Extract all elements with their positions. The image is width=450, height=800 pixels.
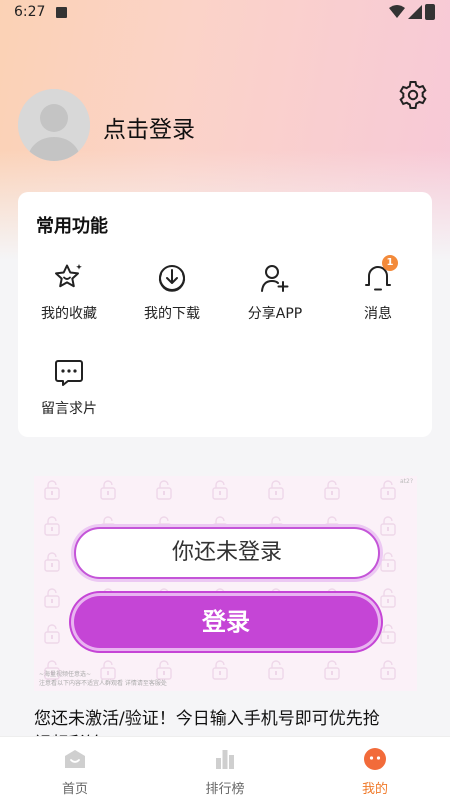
lock-icon	[212, 660, 228, 680]
lock-icon	[100, 480, 116, 500]
lock-icon	[156, 480, 172, 500]
functions-card: 常用功能 我的收藏 我的下载 分享APP 1 消息 留言求片	[18, 192, 432, 437]
lock-icon	[268, 480, 284, 500]
ad-corner-mark: at2?	[399, 478, 413, 485]
nav-home[interactable]: 首页	[0, 737, 150, 800]
message-count-badge: 1	[382, 255, 398, 271]
nav-profile[interactable]: 我的	[300, 737, 450, 800]
favorites-label: 我的收藏	[41, 306, 97, 322]
signal-icon	[408, 5, 422, 19]
ad-banner[interactable]: at2? 你还未登录 登录 ~海量视频任意选~ 注意看以下内容不适宜人群观看 详…	[34, 476, 417, 691]
status-time: 6:27	[14, 4, 46, 20]
downloads-item[interactable]: 我的下载	[122, 262, 222, 332]
battery-icon	[425, 4, 435, 20]
chat-bubble-icon	[55, 360, 83, 386]
profile-face-icon	[364, 748, 386, 770]
messages-item[interactable]: 1 消息	[328, 255, 428, 332]
default-avatar-icon	[18, 89, 90, 161]
lock-icon	[324, 480, 340, 500]
login-prompt[interactable]: 点击登录	[103, 110, 195, 144]
request-movie-label: 留言求片	[41, 401, 97, 417]
ad-footnote: ~海量视频任意选~	[39, 671, 92, 678]
add-user-icon	[261, 265, 289, 292]
lock-icon	[268, 660, 284, 680]
nav-ranking-label: 排行榜	[205, 782, 245, 797]
nav-profile-label: 我的	[361, 782, 388, 797]
star-icon	[55, 264, 82, 288]
lock-icon	[44, 552, 60, 572]
request-movie-item[interactable]: 留言求片	[19, 357, 119, 427]
ad-login-button[interactable]: 登录	[74, 596, 378, 648]
bottom-nav: 首页 排行榜 我的	[0, 736, 450, 800]
lock-icon	[380, 660, 396, 680]
ad-not-logged-in-field: 你还未登录	[74, 527, 380, 579]
share-app-item[interactable]: 分享APP	[225, 262, 325, 332]
lock-icon	[380, 480, 396, 500]
lock-icon	[44, 516, 60, 536]
lock-icon	[380, 624, 396, 644]
lock-icon	[380, 552, 396, 572]
lock-icon	[380, 516, 396, 536]
lock-icon	[212, 480, 228, 500]
lock-icon	[44, 588, 60, 608]
lock-icon	[44, 480, 60, 500]
home-icon	[65, 750, 85, 768]
card-title: 常用功能	[36, 216, 108, 237]
lock-icon	[156, 660, 172, 680]
ad-footnote-small: 注意看以下内容不适宜人群观看 详情请至客服处	[39, 680, 167, 687]
lock-icon	[44, 624, 60, 644]
downloads-label: 我的下载	[144, 306, 200, 322]
share-app-label: 分享APP	[247, 306, 303, 322]
settings-gear-icon[interactable]	[397, 79, 429, 111]
wifi-icon	[389, 5, 405, 18]
status-bar: 6:27	[0, 0, 450, 26]
photo-notification-icon	[56, 7, 67, 18]
nav-ranking[interactable]: 排行榜	[150, 737, 300, 800]
nav-home-label: 首页	[61, 782, 88, 797]
favorites-item[interactable]: 我的收藏	[19, 262, 119, 332]
messages-label: 消息	[364, 306, 392, 322]
lock-icon	[100, 660, 116, 680]
lock-icon	[380, 588, 396, 608]
download-icon	[159, 265, 185, 292]
avatar[interactable]	[18, 89, 90, 161]
ranking-icon	[216, 750, 234, 769]
lock-icon	[324, 660, 340, 680]
